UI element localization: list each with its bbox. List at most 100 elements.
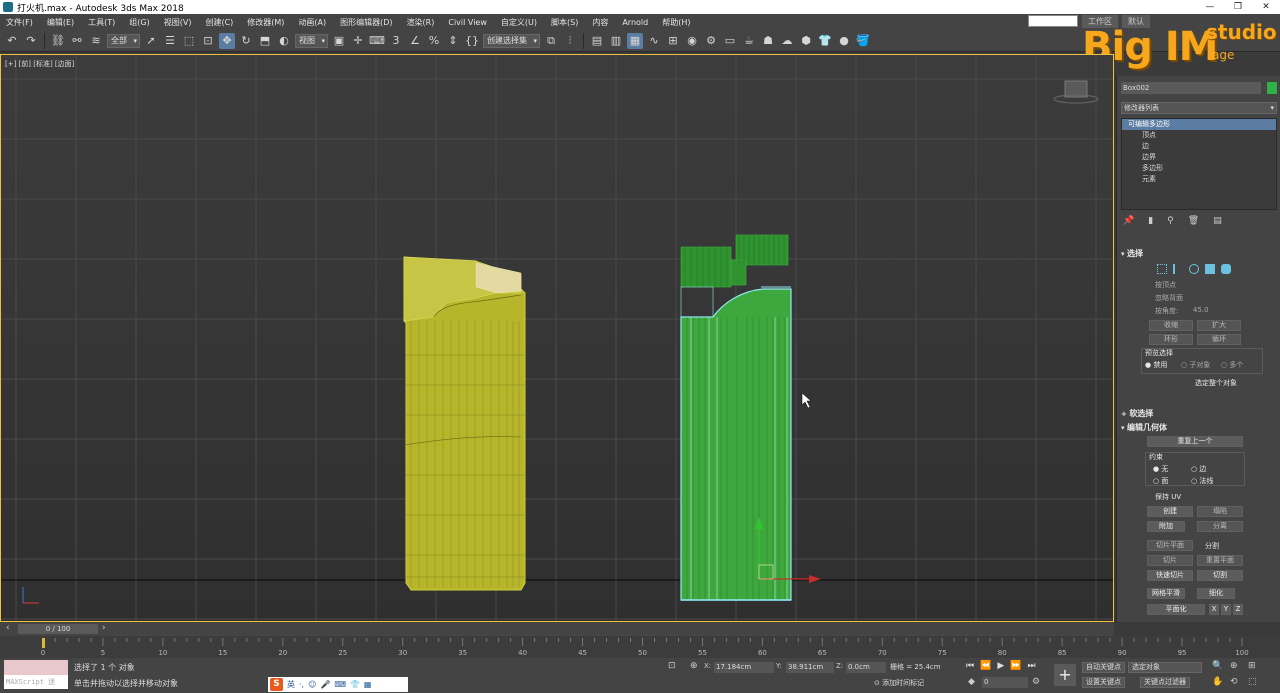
track-ruler[interactable]: 0 5 10 15 20 25 30 35 40 45 50 55 60 65 70 75 80 85 90 95 10… (0, 636, 1280, 658)
menu-group[interactable]: 组(G) (129, 17, 149, 28)
auto-key-button[interactable]: 自动关键点 (1082, 662, 1125, 673)
menu-views[interactable]: 视图(V) (164, 17, 192, 28)
y-coordinate-field[interactable]: 38.911cm (786, 662, 834, 673)
percent-snap-icon[interactable]: % (426, 33, 442, 49)
go-to-end-icon[interactable]: ⏭ (1027, 661, 1035, 671)
bind-space-warp-icon[interactable]: ≋ (88, 33, 104, 49)
menu-civil-view[interactable]: Civil View (448, 18, 487, 27)
make-planar-z-button[interactable]: Z (1233, 604, 1243, 615)
maximize-viewport-icon[interactable]: ⬚ (1248, 677, 1257, 687)
curve-editor-icon[interactable]: ∿ (646, 33, 662, 49)
split-checkbox[interactable]: 分割 (1205, 541, 1219, 551)
key-filters-button[interactable]: 关键点过滤器 (1140, 677, 1190, 688)
render-cloud-icon[interactable]: ☁ (779, 33, 795, 49)
key-mode-icon[interactable]: ◆ (968, 677, 975, 687)
cut-button[interactable]: 切割 (1197, 570, 1243, 581)
detach-button[interactable]: 分离 (1197, 521, 1243, 532)
maximize-button[interactable]: ❐ (1224, 0, 1252, 14)
scene-explorer-icon[interactable]: ▤ (589, 33, 605, 49)
slice-button[interactable]: 切片 (1147, 555, 1193, 566)
ime-toolbar[interactable]: S 英 ·, ☺ 🎤 ⌨ 👕 ▦ (268, 677, 408, 692)
by-angle-checkbox[interactable]: 按角度: (1155, 306, 1178, 316)
angle-snap-icon[interactable]: ∠ (407, 33, 423, 49)
constraint-face-radio[interactable]: ○ 面 (1153, 476, 1168, 486)
menu-tools[interactable]: 工具(T) (88, 17, 115, 28)
stack-item-polygon[interactable]: 多边形 (1122, 163, 1276, 174)
by-vertex-checkbox[interactable]: 按顶点 (1155, 280, 1176, 290)
select-and-place-icon[interactable]: ◐ (276, 33, 292, 49)
preserve-uv-checkbox[interactable]: 保持 UV (1155, 492, 1181, 502)
lock-selection-icon[interactable]: ⊡ (668, 661, 676, 671)
prev-key-icon[interactable]: ⏪ (980, 661, 991, 671)
manipulate-icon[interactable]: ✛ (350, 33, 366, 49)
menu-rendering[interactable]: 渲染(R) (407, 17, 435, 28)
snaps-toggle-icon[interactable]: 3 (388, 33, 404, 49)
slice-plane-button[interactable]: 切片平面 (1147, 540, 1193, 551)
time-config-icon[interactable]: ⚙ (1032, 677, 1040, 687)
pivot-center-icon[interactable]: ▣ (331, 33, 347, 49)
make-unique-icon[interactable]: ⚲ (1167, 216, 1174, 226)
undo-icon[interactable]: ↶ (4, 33, 20, 49)
rollout-edit-geometry[interactable]: 编辑几何体 (1121, 422, 1277, 434)
stack-item-editable-poly[interactable]: 可编辑多边形 (1122, 119, 1276, 130)
front-viewport[interactable]: [+] [前] [标准] [边面] (0, 54, 1114, 622)
spinner-snap-icon[interactable]: ⇕ (445, 33, 461, 49)
zoom-extents-icon[interactable]: ⊞ (1248, 661, 1256, 671)
constraint-none-radio[interactable]: ● 无 (1153, 464, 1168, 474)
make-planar-button[interactable]: 平面化 (1147, 604, 1205, 615)
select-object-icon[interactable]: ➚ (143, 33, 159, 49)
ring-button[interactable]: 环形 (1149, 334, 1193, 345)
pin-stack-icon[interactable]: 📌 (1123, 216, 1134, 226)
stack-item-vertex[interactable]: 顶点 (1122, 130, 1276, 141)
menu-graph-editors[interactable]: 图形编辑器(D) (340, 17, 392, 28)
loop-button[interactable]: 循环 (1197, 334, 1241, 345)
edit-named-selection-icon[interactable]: {} (464, 33, 480, 49)
menu-customize[interactable]: 自定义(U) (501, 17, 537, 28)
link-icon[interactable]: ⛓ (50, 33, 66, 49)
rollout-selection[interactable]: 选择 (1121, 248, 1277, 260)
menu-animation[interactable]: 动画(A) (298, 17, 326, 28)
select-and-move-icon[interactable]: ✥ (219, 32, 235, 49)
zoom-icon[interactable]: 🔍 (1212, 661, 1223, 671)
set-key-icon[interactable]: + (1054, 664, 1076, 686)
reset-plane-button[interactable]: 重置平面 (1197, 555, 1243, 566)
grow-button[interactable]: 扩大 (1197, 320, 1241, 331)
ime-punct-icon[interactable]: ·, (299, 680, 304, 689)
constraint-edge-radio[interactable]: ○ 边 (1191, 464, 1206, 474)
zoom-all-icon[interactable]: ⊕ (1230, 661, 1238, 671)
menu-scripting[interactable]: 脚本(S) (551, 17, 578, 28)
reference-coordinate-dropdown[interactable]: 视图 (295, 33, 328, 48)
ime-emoji-icon[interactable]: ☺ (308, 680, 316, 689)
go-to-start-icon[interactable]: ⏮ (966, 661, 974, 671)
preview-disabled-radio[interactable]: ● 禁用 (1145, 360, 1167, 370)
viewport-label[interactable]: [+] [前] [标准] [边面] (5, 59, 74, 69)
left-lighter-model[interactable] (403, 256, 526, 591)
msmooth-button[interactable]: 网格平滑 (1147, 588, 1185, 599)
menu-help[interactable]: 帮助(H) (662, 17, 690, 28)
attach-button[interactable]: 附加 (1147, 521, 1185, 532)
layer-explorer-icon[interactable]: ▥ (608, 33, 624, 49)
angle-value-field[interactable]: 45.0 (1193, 306, 1209, 314)
transform-mode-icon[interactable]: ⊕ (690, 661, 698, 671)
rectangular-selection-icon[interactable]: ⬚ (181, 33, 197, 49)
bucket-icon[interactable]: 🪣 (855, 33, 871, 49)
menu-arnold[interactable]: Arnold (622, 18, 648, 27)
render-iterative-icon[interactable]: ☗ (760, 33, 776, 49)
schematic-view-icon[interactable]: ⊞ (665, 33, 681, 49)
selection-filter-dropdown[interactable]: 全部 (107, 33, 140, 48)
menu-edit[interactable]: 编辑(E) (47, 17, 74, 28)
ime-lang-label[interactable]: 英 (287, 679, 295, 690)
select-by-name-icon[interactable]: ☰ (162, 33, 178, 49)
select-and-scale-icon[interactable]: ⬒ (257, 33, 273, 49)
selected-object-dropdown[interactable]: 选定对象 (1128, 662, 1202, 673)
sphere-icon[interactable]: ● (836, 33, 852, 49)
align-icon[interactable]: ⫶ (562, 33, 578, 49)
ignore-backfacing-checkbox[interactable]: 忽略背面 (1155, 293, 1183, 303)
modifier-list-dropdown[interactable]: 修改器列表 (1121, 102, 1277, 114)
stack-item-element[interactable]: 元素 (1122, 174, 1276, 185)
x-coordinate-field[interactable]: 17.184cm (714, 662, 774, 673)
collapse-button[interactable]: 塌陷 (1197, 506, 1243, 517)
select-and-rotate-icon[interactable]: ↻ (238, 33, 254, 49)
constraint-normal-radio[interactable]: ○ 法线 (1191, 476, 1213, 486)
maxscript-listener[interactable]: MAXScript 迷 (4, 660, 68, 690)
